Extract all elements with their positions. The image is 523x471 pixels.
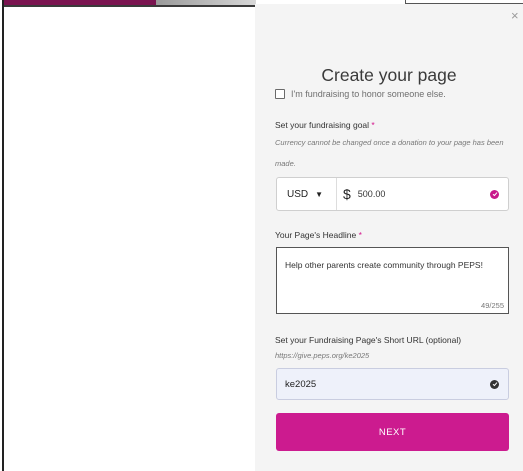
close-icon[interactable]: ×: [511, 9, 521, 22]
check-circle-icon: [490, 379, 499, 389]
honor-checkbox-row[interactable]: I'm fundraising to honor someone else.: [275, 89, 446, 99]
short-url-input[interactable]: ke2025: [276, 368, 509, 400]
goal-required-mark: *: [371, 120, 375, 130]
currency-symbol: $: [343, 186, 351, 202]
currency-select[interactable]: USD ▼: [277, 178, 337, 210]
modal-title: Create your page: [321, 65, 457, 85]
headline-value: Help other parents create community thro…: [285, 260, 483, 270]
currency-value: USD: [287, 188, 309, 200]
page-left-border: [2, 0, 4, 471]
caret-down-icon: ▼: [315, 189, 324, 199]
create-page-modal: × Create your page I'm fundraising to ho…: [255, 4, 523, 471]
goal-amount-input[interactable]: 500.00: [358, 189, 490, 199]
next-button[interactable]: NEXT: [276, 413, 509, 451]
goal-label-text: Set your fundraising goal: [275, 120, 370, 130]
goal-input-group: USD ▼ $ 500.00: [276, 177, 509, 211]
short-url-preview: https://give.peps.org/ke2025: [275, 351, 370, 360]
headline-label-text: Your Page's Headline: [275, 230, 357, 240]
headline-textarea[interactable]: Help other parents create community thro…: [276, 247, 509, 314]
headline-char-counter: 49/255: [481, 301, 504, 310]
short-url-value: ke2025: [285, 378, 317, 390]
honor-checkbox-label: I'm fundraising to honor someone else.: [291, 89, 446, 99]
goal-help-text: Currency cannot be changed once a donati…: [275, 138, 504, 168]
headline-required-mark: *: [358, 230, 362, 240]
check-circle-icon: [490, 189, 499, 199]
honor-checkbox[interactable]: [275, 89, 285, 99]
headline-label: Your Page's Headline *: [275, 230, 362, 240]
goal-label: Set your fundraising goal *: [275, 120, 375, 130]
short-url-label: Set your Fundraising Page's Short URL (o…: [275, 335, 462, 345]
